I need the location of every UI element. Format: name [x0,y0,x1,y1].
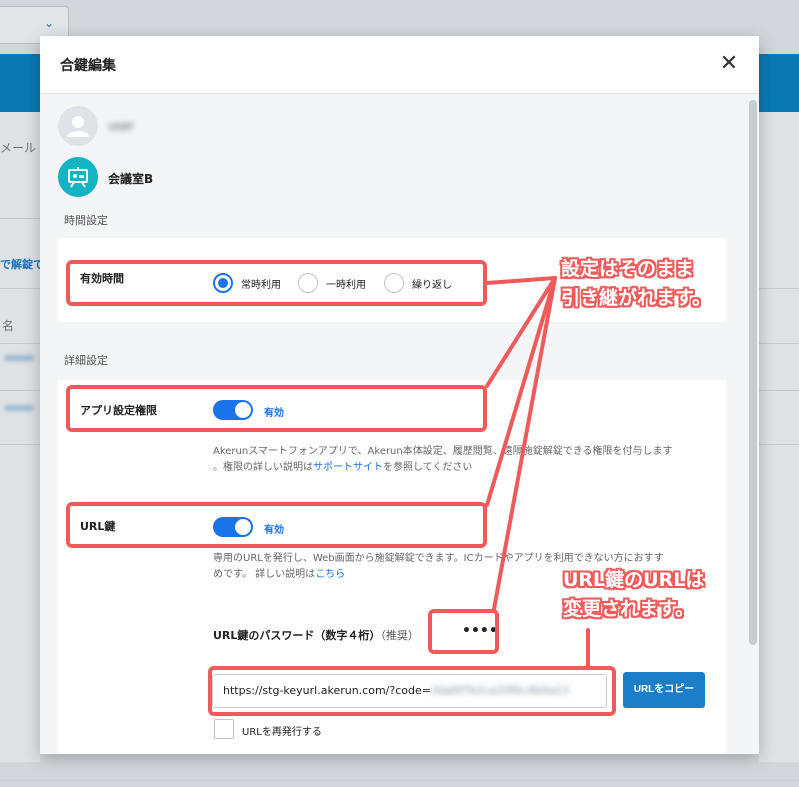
url-key-status: 有効 [264,525,284,536]
background-unlock-label: で解錠で [0,258,44,271]
password-label: URL鍵のパスワード（数字４桁）（推奨） [213,629,419,642]
edit-key-modal: 合鍵編集 ✕ user 会議室B 時間設定 有効時間 常時利用 一時利用 繰り返… [40,36,759,754]
password-value[interactable]: •••• [462,623,498,639]
radio-repeat[interactable]: 繰り返し [384,272,452,294]
radio-label: 繰り返し [412,279,452,291]
modal-scrollbar[interactable] [749,100,757,750]
details-link[interactable]: こちら [315,569,345,580]
copy-url-button[interactable]: URLをコピー [623,672,705,708]
radio-label: 常時利用 [241,279,281,291]
app-permission-description: Akerunスマートフォンアプリで、Akerun本体設定、履歴閲覧、遠隔施錠解錠… [213,446,673,473]
background-divider [759,288,799,289]
radio-button [384,273,404,293]
background-divider [0,218,40,219]
radio-temporary[interactable]: 一時利用 [298,272,366,294]
time-settings-heading: 時間設定 [64,214,108,227]
callout-settings-kept: 設定はそのまま 引き継がれます。 [561,258,712,309]
background-row [4,355,34,361]
background-divider [0,288,40,289]
background-divider [0,780,799,781]
close-button[interactable]: ✕ [717,52,741,76]
detail-settings-heading: 詳細設定 [64,354,108,367]
valid-time-label: 有効時間 [80,272,124,285]
background-divider [759,390,799,391]
modal-header: 合鍵編集 ✕ [40,36,759,94]
background-divider [0,390,40,391]
user-avatar-icon [58,106,98,146]
background-name-header: 名 [2,319,15,333]
background-row [4,405,34,411]
url-key-label: URL鍵 [80,520,116,533]
background-panel-left [0,112,40,762]
close-icon: ✕ [719,51,739,76]
meeting-room-icon [58,157,98,197]
app-permission-status: 有効 [264,408,284,419]
url-code-masked: 3da0f7b2ca33f0c4b0a13 [430,684,569,697]
radio-always[interactable]: 常時利用 [213,272,281,294]
reissue-url-label: URLを再発行する [242,727,322,738]
background-panel-right [759,112,799,762]
reissue-url-checkbox[interactable] [214,719,234,739]
background-mail-label: メール [0,141,37,155]
background-divider [759,444,799,445]
radio-button [298,273,318,293]
background-divider [759,343,799,344]
radio-label: 一時利用 [326,279,366,291]
app-permission-toggle[interactable] [213,400,253,420]
background-divider [0,444,40,445]
room-name: 会議室B [108,172,154,186]
radio-button [213,273,233,293]
url-text: https://stg-keyurl.akerun.com/?code= [223,684,431,697]
password-recommended: （推奨） [380,629,419,642]
support-site-link[interactable]: サポートサイト [313,462,383,473]
user-name: user [108,119,135,133]
url-key-toggle[interactable] [213,517,253,537]
app-permission-label: アプリ設定権限 [80,404,157,417]
modal-title: 合鍵編集 [60,58,116,74]
callout-url-changed: URL鍵のURLは 変更されます。 [563,569,705,620]
url-field[interactable]: https://stg-keyurl.akerun.com/?code=3da0… [212,674,607,708]
scrollbar-thumb[interactable] [749,100,757,645]
background-divider [0,343,40,344]
chevron-down-icon: ⌄ [43,16,54,30]
